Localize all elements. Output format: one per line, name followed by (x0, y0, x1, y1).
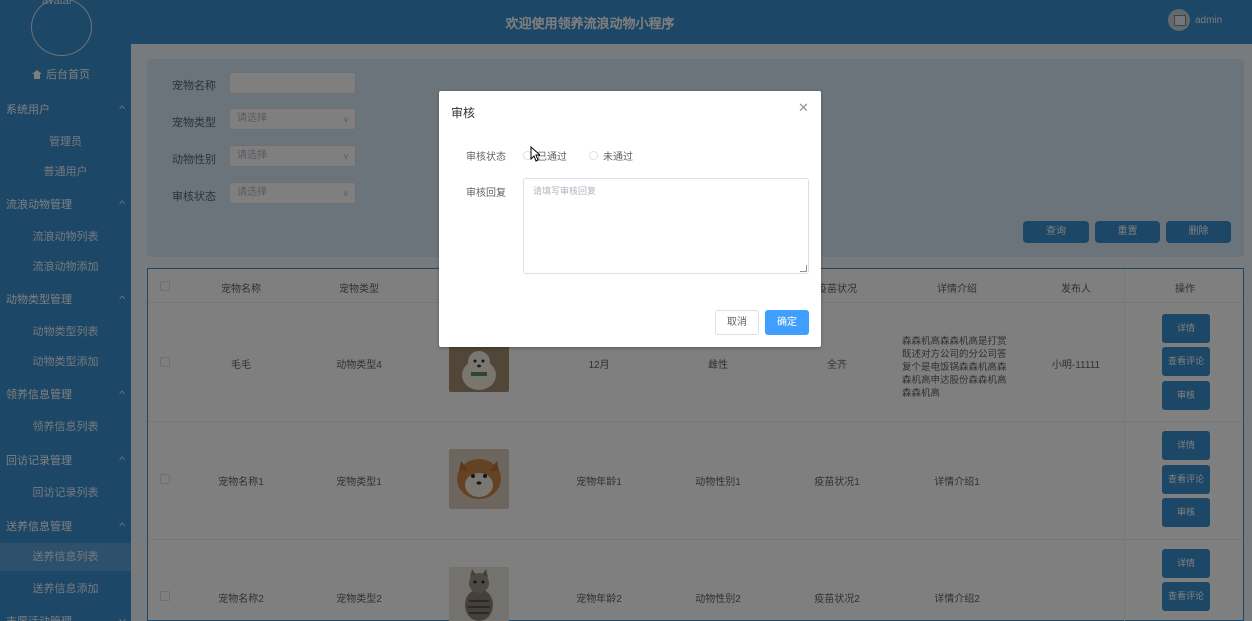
cancel-button[interactable]: 取消 (715, 310, 759, 335)
dialog-title: 审核 (451, 106, 476, 120)
radio-circle-icon (589, 151, 598, 160)
textarea-placeholder: 请填写审核回复 (533, 186, 597, 196)
review-reply-label: 审核回复 (466, 188, 506, 199)
review-reply-textarea[interactable]: 请填写审核回复 (523, 178, 809, 274)
review-dialog: 审核 ✕ 审核状态 已通过 未通过 审核回复 请填写审核回复 取消 确定 (439, 91, 821, 347)
confirm-button[interactable]: 确定 (765, 310, 809, 335)
close-icon[interactable]: ✕ (798, 100, 809, 116)
resize-handle-icon[interactable] (800, 265, 807, 272)
review-status-label: 审核状态 (466, 152, 506, 163)
radio-rejected[interactable]: 未通过 (589, 148, 633, 163)
